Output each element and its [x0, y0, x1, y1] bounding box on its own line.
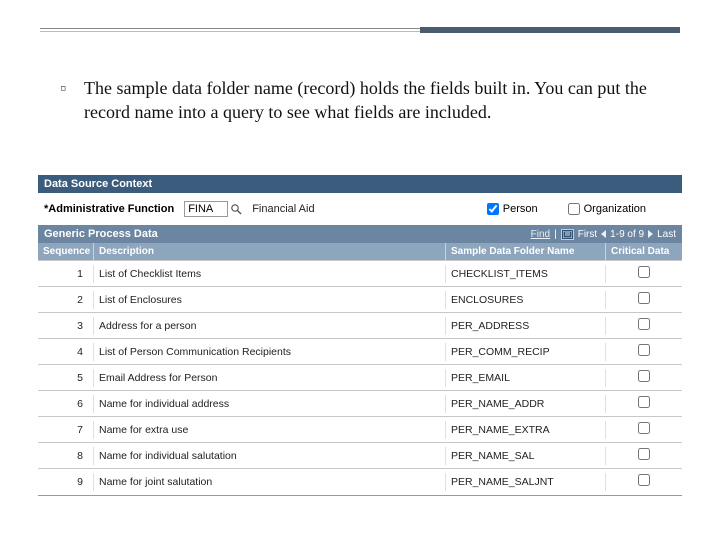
cell-description: Name for individual address — [94, 395, 446, 413]
table-row: 5Email Address for PersonPER_EMAIL — [38, 364, 682, 390]
find-link[interactable]: Find — [531, 229, 550, 240]
cell-folder: ENCLOSURES — [446, 291, 606, 309]
admin-function-input[interactable]: FINA — [184, 201, 228, 217]
critical-checkbox[interactable] — [638, 396, 650, 408]
bullet-text: The sample data folder name (record) hol… — [84, 76, 660, 125]
cell-critical — [606, 393, 682, 414]
view-all-icon[interactable] — [561, 229, 574, 240]
cell-description: List of Enclosures — [94, 291, 446, 309]
cell-folder: PER_COMM_RECIP — [446, 343, 606, 361]
organization-label: Organization — [584, 203, 646, 215]
cell-folder: PER_NAME_ADDR — [446, 395, 606, 413]
col-sequence[interactable]: Sequence — [38, 243, 94, 260]
critical-checkbox[interactable] — [638, 318, 650, 330]
cell-sequence: 9 — [38, 473, 94, 491]
grid-header-bar: Generic Process Data Find | First 1-9 of… — [38, 225, 682, 243]
cell-folder: PER_NAME_SALJNT — [446, 473, 606, 491]
cell-sequence: 4 — [38, 343, 94, 361]
table-row: 3Address for a personPER_ADDRESS — [38, 312, 682, 338]
admin-function-label: *Administrative Function — [44, 203, 174, 215]
cell-sequence: 6 — [38, 395, 94, 413]
grid-nav-controls: Find | First 1-9 of 9 Last — [531, 229, 676, 240]
first-label[interactable]: First — [578, 229, 597, 240]
col-folder[interactable]: Sample Data Folder Name — [446, 243, 606, 260]
critical-checkbox[interactable] — [638, 370, 650, 382]
cell-folder: PER_NAME_SAL — [446, 447, 606, 465]
lookup-icon[interactable] — [230, 203, 242, 215]
embedded-screenshot: Data Source Context *Administrative Func… — [38, 175, 682, 496]
next-arrow-icon[interactable] — [648, 230, 653, 238]
bullet-marker: ▫ — [60, 76, 84, 125]
critical-checkbox[interactable] — [638, 448, 650, 460]
table-row: 4List of Person Communication Recipients… — [38, 338, 682, 364]
cell-critical — [606, 341, 682, 362]
table-row: 9Name for joint salutationPER_NAME_SALJN… — [38, 468, 682, 494]
critical-checkbox[interactable] — [638, 474, 650, 486]
table-row: 7Name for extra usePER_NAME_EXTRA — [38, 416, 682, 442]
table-row: 2List of EnclosuresENCLOSURES — [38, 286, 682, 312]
cell-description: Name for extra use — [94, 421, 446, 439]
cell-sequence: 1 — [38, 265, 94, 283]
cell-description: Name for individual salutation — [94, 447, 446, 465]
person-label: Person — [503, 203, 538, 215]
prev-arrow-icon[interactable] — [601, 230, 606, 238]
cell-sequence: 8 — [38, 447, 94, 465]
admin-function-desc: Financial Aid — [252, 203, 487, 215]
cell-folder: CHECKLIST_ITEMS — [446, 265, 606, 283]
cell-sequence: 3 — [38, 317, 94, 335]
grid-title: Generic Process Data — [44, 228, 158, 240]
critical-checkbox[interactable] — [638, 292, 650, 304]
cell-description: Email Address for Person — [94, 369, 446, 387]
cell-critical — [606, 419, 682, 440]
cell-critical — [606, 367, 682, 388]
cell-folder: PER_EMAIL — [446, 369, 606, 387]
grid-body: 1List of Checklist ItemsCHECKLIST_ITEMS2… — [38, 260, 682, 494]
table-row: 1List of Checklist ItemsCHECKLIST_ITEMS — [38, 260, 682, 286]
range-label: 1-9 of 9 — [610, 229, 644, 240]
grid-column-headers: Sequence Description Sample Data Folder … — [38, 243, 682, 260]
admin-function-row: *Administrative Function FINA Financial … — [38, 193, 682, 225]
cell-description: List of Person Communication Recipients — [94, 343, 446, 361]
panel-title: Data Source Context — [38, 175, 682, 193]
col-description[interactable]: Description — [94, 243, 446, 260]
critical-checkbox[interactable] — [638, 266, 650, 278]
cell-description: Address for a person — [94, 317, 446, 335]
cell-description: List of Checklist Items — [94, 265, 446, 283]
cell-sequence: 7 — [38, 421, 94, 439]
cell-critical — [606, 263, 682, 284]
cell-critical — [606, 471, 682, 492]
critical-checkbox[interactable] — [638, 422, 650, 434]
col-critical[interactable]: Critical Data — [606, 243, 682, 260]
person-checkbox[interactable] — [487, 203, 499, 215]
cell-folder: PER_NAME_EXTRA — [446, 421, 606, 439]
table-row: 6Name for individual addressPER_NAME_ADD… — [38, 390, 682, 416]
cell-sequence: 2 — [38, 291, 94, 309]
critical-checkbox[interactable] — [638, 344, 650, 356]
last-label[interactable]: Last — [657, 229, 676, 240]
cell-critical — [606, 315, 682, 336]
cell-critical — [606, 445, 682, 466]
cell-sequence: 5 — [38, 369, 94, 387]
organization-checkbox[interactable] — [568, 203, 580, 215]
decorative-rule — [40, 28, 680, 34]
cell-folder: PER_ADDRESS — [446, 317, 606, 335]
cell-description: Name for joint salutation — [94, 473, 446, 491]
cell-critical — [606, 289, 682, 310]
table-row: 8Name for individual salutationPER_NAME_… — [38, 442, 682, 468]
bullet-paragraph: ▫ The sample data folder name (record) h… — [60, 76, 660, 125]
